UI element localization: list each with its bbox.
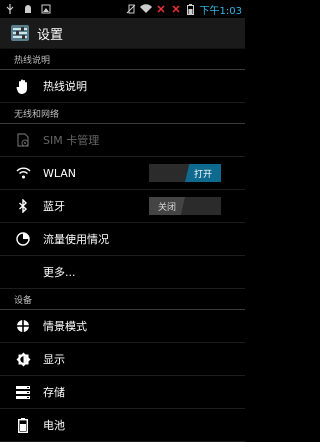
settings-item-label: 流量使用情况 (43, 233, 109, 246)
settings-item-data-usage[interactable]: 流量使用情况 (0, 223, 245, 256)
settings-item-battery[interactable]: 电池 (0, 409, 245, 442)
settings-item-label: SIM 卡管理 (43, 134, 100, 147)
settings-item-label: 情景模式 (43, 320, 87, 333)
wifi-icon (15, 165, 31, 181)
image-icon (40, 3, 52, 15)
action-bar: 设置 (0, 18, 245, 49)
settings-item-hotline[interactable]: 热线说明 (0, 70, 245, 103)
settings-item-label: 蓝牙 (43, 200, 65, 213)
section-header-device: 设备 (0, 289, 245, 310)
battery-icon (185, 3, 197, 15)
signal-x-icon (155, 3, 167, 15)
wlan-toggle[interactable]: 打开 (149, 164, 221, 182)
toggle-on-label: 打开 (185, 164, 221, 182)
settings-item-label: 电池 (43, 419, 65, 432)
hand-icon (15, 78, 31, 94)
settings-item-profiles[interactable]: 情景模式 (0, 310, 245, 343)
settings-app-icon[interactable] (11, 24, 29, 42)
status-bar: 下午1:03 (0, 0, 245, 18)
settings-list: 热线说明 热线说明 无线和网络 SIM 卡管理 WLAN 打开 蓝牙 关闭 流量… (0, 49, 245, 442)
sim-card-icon (15, 132, 31, 148)
settings-item-display[interactable]: 显示 (0, 343, 245, 376)
brightness-icon (15, 351, 31, 367)
settings-item-label: 热线说明 (43, 80, 87, 93)
storage-icon (15, 384, 31, 400)
profiles-icon (15, 318, 31, 334)
battery-icon (15, 417, 31, 433)
bluetooth-toggle[interactable]: 关闭 (149, 197, 221, 215)
settings-item-wlan[interactable]: WLAN 打开 (0, 157, 245, 190)
usb-icon (4, 3, 16, 15)
android-icon (22, 3, 34, 15)
settings-item-label: 存储 (43, 386, 65, 399)
section-header-hotline: 热线说明 (0, 49, 245, 70)
settings-item-more[interactable]: 更多... (0, 256, 245, 289)
page-title: 设置 (37, 27, 64, 43)
settings-item-bluetooth[interactable]: 蓝牙 关闭 (0, 190, 245, 223)
settings-item-storage[interactable]: 存储 (0, 376, 245, 409)
settings-item-label: 更多... (43, 266, 76, 279)
wifi-icon (139, 3, 152, 15)
bluetooth-icon (15, 198, 31, 214)
signal-x-icon (170, 3, 182, 15)
status-time: 下午1:03 (199, 5, 242, 17)
data-usage-icon (15, 231, 31, 247)
section-header-wireless: 无线和网络 (0, 103, 245, 124)
settings-item-label: WLAN (43, 166, 77, 180)
toggle-off-label: 关闭 (149, 197, 185, 215)
settings-item-label: 显示 (43, 353, 65, 366)
no-sim-icon (125, 3, 137, 15)
settings-item-sim: SIM 卡管理 (0, 124, 245, 157)
